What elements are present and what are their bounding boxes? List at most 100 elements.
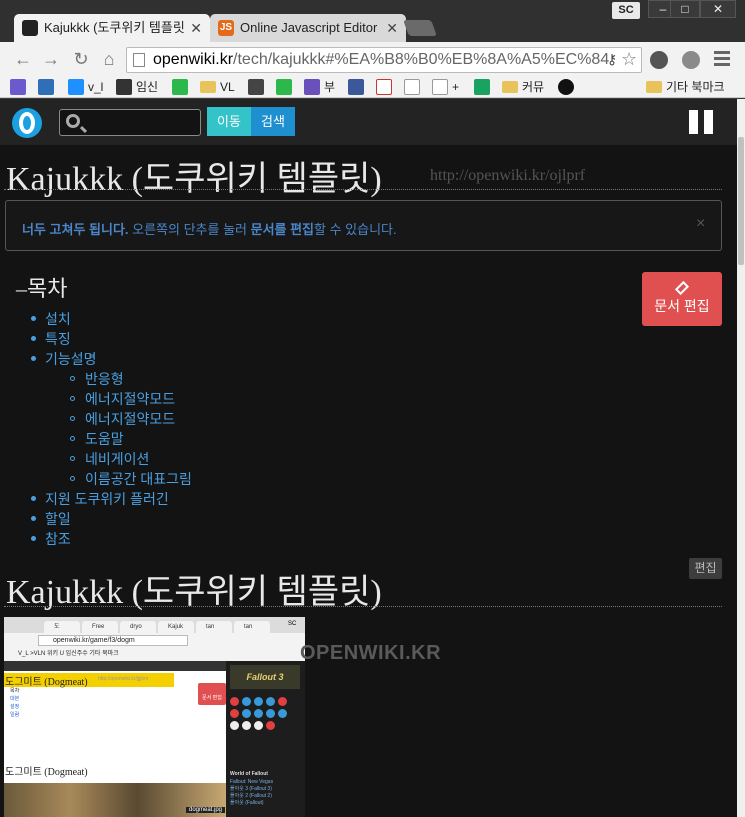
address-bar[interactable]: openwiki.kr/tech/kajukkk#%EA%B8%B0%EB%8A… bbox=[126, 47, 642, 73]
new-tab-button[interactable] bbox=[403, 20, 437, 36]
toc-item[interactable]: 기능설명 bbox=[45, 349, 97, 369]
lv-icon bbox=[116, 79, 132, 95]
embedded-badge: SC bbox=[288, 621, 297, 627]
tab-js-editor[interactable]: JS Online Javascript Editor ✕ bbox=[210, 14, 406, 42]
bookmark-icon bbox=[68, 79, 84, 95]
embedded-toc: 목차 대본 설정 일람 bbox=[10, 688, 20, 718]
bookmark-pregnancy[interactable]: 임신 bbox=[116, 78, 158, 96]
home-icon[interactable]: ⌂ bbox=[98, 49, 120, 70]
bookmark-folder-vl[interactable]: VL bbox=[200, 78, 235, 96]
search-icon bbox=[66, 114, 80, 128]
toc-item[interactable]: 할일 bbox=[45, 509, 71, 529]
embedded-tab: 도 bbox=[44, 621, 80, 633]
search-input[interactable] bbox=[59, 109, 201, 136]
toc-item[interactable]: 네비게이션 bbox=[85, 449, 149, 469]
embedded-tab: Free bbox=[82, 621, 118, 633]
bookmark-item[interactable] bbox=[404, 78, 424, 96]
toc-item[interactable]: 참조 bbox=[45, 529, 71, 549]
bookmarks-bar: v_l 임신 VL 부 + 커뮤 기타 북마크 bbox=[0, 76, 745, 98]
bookmark-plus[interactable]: + bbox=[432, 78, 459, 96]
toc-item[interactable]: 도움말 bbox=[85, 429, 124, 449]
scrollbar-thumb[interactable] bbox=[738, 137, 744, 265]
section-edit-button[interactable]: 편집 bbox=[689, 558, 722, 579]
bookmark-item[interactable] bbox=[38, 78, 58, 96]
toc-item[interactable]: 설치 bbox=[45, 309, 71, 329]
profile-badge[interactable]: SC bbox=[612, 2, 640, 19]
maximize-button[interactable]: □ bbox=[670, 0, 700, 18]
short-url[interactable]: http://openwiki.kr/ojlprf bbox=[430, 167, 585, 185]
bookmark-item[interactable] bbox=[474, 78, 494, 96]
toc-item[interactable]: 이름공간 대표그림 bbox=[85, 469, 192, 489]
embedded-screenshot[interactable]: 도 Free dryo Kajuk tan tan SC openwiki.kr… bbox=[4, 617, 305, 817]
bookmark-icon bbox=[10, 79, 26, 95]
back-arrow-icon[interactable]: ← bbox=[12, 49, 34, 70]
bookmark-bu[interactable]: 부 bbox=[304, 78, 335, 96]
cat-favicon-icon bbox=[22, 20, 38, 36]
close-tab-icon[interactable]: ✕ bbox=[386, 14, 398, 42]
film-extension-icon[interactable] bbox=[650, 51, 668, 69]
toc-item[interactable]: 반응형 bbox=[85, 369, 124, 389]
bookmark-item[interactable] bbox=[10, 78, 30, 96]
embedded-short-url: http://openwiki.kr/jjjjnm bbox=[98, 676, 149, 682]
facebook-icon bbox=[348, 79, 364, 95]
bullet bbox=[70, 416, 75, 421]
bookmark-item[interactable] bbox=[248, 78, 268, 96]
bullet bbox=[31, 336, 36, 341]
tab-kajukkk[interactable]: Kajukkk (도쿠위키 템플릿 ✕ bbox=[14, 14, 210, 42]
page-icon bbox=[133, 53, 145, 67]
embedded-sidebar: Fallout 3 World of Fallout Fallout: New … bbox=[226, 661, 305, 817]
bookmark-icon bbox=[474, 79, 490, 95]
embedded-url: openwiki.kr/game/f3/dogm bbox=[38, 635, 188, 646]
toc-item[interactable]: 에너지절약모드 bbox=[85, 389, 175, 409]
toc-item[interactable]: 특징 bbox=[45, 329, 71, 349]
embedded-side-title: Fallout 3 bbox=[230, 665, 300, 689]
site-navbar: 이동 검색 bbox=[0, 99, 737, 145]
forward-arrow-icon[interactable]: → bbox=[40, 49, 62, 70]
bookmark-star-icon[interactable]: ☆ bbox=[621, 49, 637, 70]
close-window-button[interactable]: ✕ bbox=[700, 0, 736, 18]
reload-icon[interactable]: ↻ bbox=[70, 49, 92, 70]
bookmark-item[interactable] bbox=[276, 78, 296, 96]
chrome-menu-icon[interactable] bbox=[714, 51, 730, 69]
toc-title[interactable]: –목차 bbox=[16, 271, 67, 303]
bookmark-gmail[interactable] bbox=[376, 78, 396, 96]
bookmark-spotify[interactable] bbox=[558, 78, 578, 96]
embedded-navbar bbox=[4, 661, 226, 671]
embedded-tab: tan bbox=[234, 621, 270, 633]
tab-label: Online Javascript Editor bbox=[240, 20, 378, 35]
search-button[interactable]: 검색 bbox=[251, 107, 295, 136]
bookmark-icon bbox=[248, 79, 264, 95]
page-title: Kajukkk (도쿠위키 템플릿) bbox=[6, 161, 382, 198]
embedded-title: 도그미트 (Dogmeat) bbox=[5, 677, 88, 688]
embedded-icon-grid bbox=[230, 697, 300, 741]
globe-extension-icon[interactable] bbox=[682, 51, 700, 69]
bullet bbox=[31, 536, 36, 541]
go-button[interactable]: 이동 bbox=[207, 107, 251, 136]
bookmark-icon bbox=[276, 79, 292, 95]
openwiki-logo-icon[interactable] bbox=[12, 108, 42, 138]
alert-text: 너두 고쳐두 됩니다. 오른쪽의 단추를 눌러 문서를 편집할 수 있습니다. bbox=[22, 222, 397, 237]
toc-item[interactable]: 에너지절약모드 bbox=[85, 409, 175, 429]
bookmark-item[interactable] bbox=[172, 78, 192, 96]
bullet bbox=[70, 456, 75, 461]
page-scrollbar[interactable] bbox=[737, 99, 745, 817]
embedded-edit-button: 문서 편집 bbox=[198, 683, 226, 705]
bookmark-folder-other[interactable]: 기타 북마크 bbox=[646, 78, 725, 96]
page-icon bbox=[432, 79, 448, 95]
toc-item[interactable]: 지원 도쿠위키 플러긴 bbox=[45, 489, 169, 509]
key-icon[interactable]: ⚷ bbox=[607, 51, 617, 68]
bullet bbox=[31, 316, 36, 321]
page-icon bbox=[404, 79, 420, 95]
sidebar-toggle-icon[interactable] bbox=[689, 110, 714, 134]
bookmark-facebook[interactable] bbox=[348, 78, 368, 96]
bookmark-v-l[interactable]: v_l bbox=[68, 78, 103, 96]
bookmark-folder-community[interactable]: 커뮤 bbox=[502, 78, 544, 96]
embedded-side-heading: World of Fallout bbox=[230, 771, 268, 777]
url-text[interactable]: openwiki.kr/tech/kajukkk#%EA%B8%B0%EB%8A… bbox=[153, 51, 613, 69]
alert-close-icon[interactable]: × bbox=[696, 215, 705, 233]
divider bbox=[4, 189, 722, 190]
divider bbox=[4, 606, 722, 607]
edit-document-button[interactable]: 문서 편집 bbox=[642, 272, 722, 326]
embedded-side-links: Fallout: New Vegas 폴아웃 3 (Fallout 3) 폴아웃… bbox=[230, 779, 274, 806]
close-tab-icon[interactable]: ✕ bbox=[190, 14, 202, 42]
